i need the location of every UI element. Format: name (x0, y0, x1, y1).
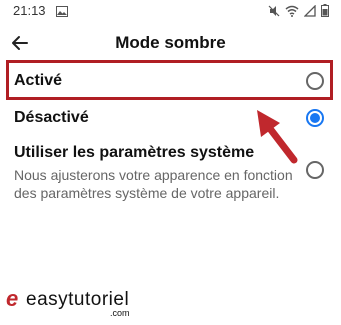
page-title: Mode sombre (115, 33, 226, 52)
pointer-arrow-icon (257, 110, 298, 164)
logo-suffix: .com (110, 308, 130, 318)
header: Mode sombre (0, 28, 341, 58)
logo-e-mark: e (6, 286, 19, 311)
highlight-box (6, 60, 333, 100)
option-system-radio[interactable] (306, 161, 324, 179)
back-arrow-icon (12, 36, 28, 50)
battery-icon (321, 4, 329, 22)
option-inactive-label: Désactivé (14, 109, 89, 126)
wifi-icon (285, 4, 299, 22)
option-system-label: Utiliser les paramètres système (14, 144, 255, 161)
option-inactive-radio[interactable] (306, 109, 324, 127)
status-time: 21:13 (13, 3, 46, 18)
back-button[interactable] (9, 32, 31, 54)
signal-icon (303, 4, 316, 22)
gallery-icon (56, 4, 68, 22)
option-system-description: Nous ajusterons votre apparence en fonct… (14, 167, 293, 201)
status-bar: 21:13 (0, 0, 341, 22)
mute-icon (268, 4, 280, 22)
